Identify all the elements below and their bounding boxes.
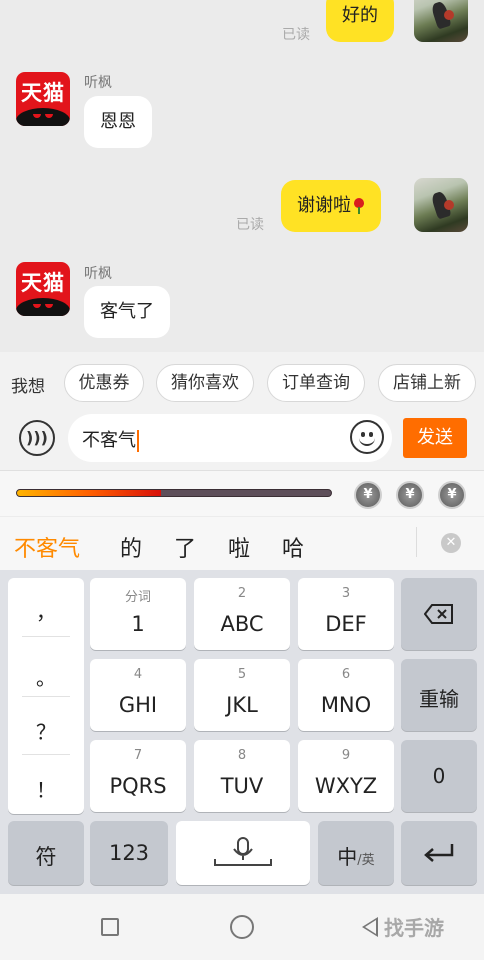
key-sub: 8 [237, 748, 247, 763]
key-main: 123 [108, 841, 150, 865]
key-sub: 7 [133, 748, 143, 763]
keyboard-toolbar: ¥ ¥ ¥ [0, 470, 484, 516]
message-input[interactable]: 不客气 [68, 414, 392, 462]
key-sub: 6 [341, 667, 351, 682]
key-sub: 5 [237, 667, 247, 682]
key-sub: 9 [341, 748, 351, 763]
rose-icon [353, 198, 365, 214]
emoji-icon[interactable] [350, 420, 384, 454]
key-main: PQRS [109, 774, 167, 798]
key-3[interactable]: 3 DEF [298, 578, 394, 650]
message-bubble-self[interactable]: 好的 [326, 0, 394, 42]
coin-icon[interactable]: ¥ [396, 481, 424, 509]
quick-reply-label: 我想 [11, 377, 45, 397]
key-comma[interactable]: ， [8, 596, 84, 625]
key-main: 重输 [419, 687, 459, 711]
text-cursor [137, 430, 139, 452]
key-6[interactable]: 6 MNO [298, 659, 394, 731]
keyboard: ， 。 ？ ！ 分词 1 2 ABC 3 DEF 4 GHI 5 JKL 6 MNO 重输 … [0, 570, 484, 894]
chip-new-arrivals[interactable]: 店铺上新 [378, 364, 476, 402]
read-receipt: 已读 [282, 27, 310, 43]
key-main: 0 [432, 764, 446, 788]
key-2[interactable]: 2 ABC [194, 578, 290, 650]
backspace-icon [424, 604, 453, 624]
avatar-label: 天猫 [21, 271, 65, 295]
key-main: DEF [325, 612, 367, 636]
key-main: JKL [226, 693, 258, 717]
coin-icon[interactable]: ¥ [354, 481, 382, 509]
candidate-word[interactable]: 哈 [282, 531, 304, 563]
key-main: TUV [220, 774, 264, 798]
recent-apps-icon[interactable] [101, 918, 119, 936]
progress-fill [17, 490, 162, 496]
key-question[interactable]: ？ [8, 716, 84, 745]
key-main: GHI [118, 693, 158, 717]
key-sub: 分词 [124, 590, 151, 605]
watermark: 找手游 [384, 916, 444, 940]
number-key[interactable]: 123 [90, 821, 168, 885]
chip-recommend[interactable]: 猜你喜欢 [156, 364, 254, 402]
input-bar: ))) 不客气 发送 [0, 414, 484, 470]
divider [416, 527, 417, 557]
key-main: MNO [320, 693, 372, 717]
home-icon[interactable] [230, 915, 254, 939]
quick-reply-bar: 我想 优惠券 猜你喜欢 订单查询 店铺上新 [0, 352, 484, 414]
key-4[interactable]: 4 GHI [90, 659, 186, 731]
message-bubble-other[interactable]: 客气了 [84, 286, 170, 338]
backspace-key[interactable] [401, 578, 477, 650]
message-text: 谢谢啦 [297, 195, 351, 216]
reinput-key[interactable]: 重输 [401, 659, 477, 731]
key-period[interactable]: 。 [8, 662, 84, 691]
key-main: 1 [131, 612, 145, 636]
chip-order-query[interactable]: 订单查询 [267, 364, 365, 402]
sender-name: 听枫 [84, 75, 112, 91]
user-avatar[interactable] [414, 0, 468, 42]
key-sub: 2 [237, 586, 247, 601]
voice-icon[interactable]: ))) [19, 420, 55, 456]
message-bubble-self[interactable]: 谢谢啦 [281, 180, 381, 232]
microphone-icon [214, 837, 272, 866]
coin-icon[interactable]: ¥ [438, 481, 466, 509]
key-1[interactable]: 分词 1 [90, 578, 186, 650]
key-9[interactable]: 9 WXYZ [298, 740, 394, 812]
sender-name: 听枫 [84, 266, 112, 282]
key-8[interactable]: 8 TUV [194, 740, 290, 812]
enter-key[interactable] [401, 821, 477, 885]
candidate-word[interactable]: 不客气 [14, 531, 80, 563]
system-nav-bar: 找手游 [0, 894, 484, 960]
key-sub: 4 [133, 667, 143, 682]
enter-icon [424, 844, 454, 862]
user-avatar[interactable] [414, 178, 468, 232]
key-5[interactable]: 5 JKL [194, 659, 290, 731]
key-7[interactable]: 7 PQRS [90, 740, 186, 812]
shop-avatar[interactable]: 天猫 [16, 262, 70, 316]
message-bubble-other[interactable]: 恩恩 [84, 96, 152, 148]
key-sub: /英 [357, 853, 375, 868]
language-key[interactable]: 中/英 [318, 821, 394, 885]
key-main: ABC [220, 612, 264, 636]
space-key[interactable] [176, 821, 310, 885]
candidate-word[interactable]: 了 [174, 531, 196, 563]
candidate-bar: 不客气 的 了 啦 哈 ✕ [0, 516, 484, 570]
read-receipt: 已读 [236, 217, 264, 233]
candidate-word[interactable]: 的 [120, 531, 142, 563]
key-0[interactable]: 0 [401, 740, 477, 812]
key-main: WXYZ [314, 774, 378, 798]
key-main: 符 [35, 845, 57, 869]
message-input-text: 不客气 [82, 430, 136, 451]
progress-bar [16, 489, 332, 497]
key-exclaim[interactable]: ！ [8, 774, 84, 803]
candidate-word[interactable]: 啦 [228, 531, 250, 563]
close-icon[interactable]: ✕ [441, 533, 461, 553]
back-icon[interactable] [362, 917, 378, 937]
avatar-label: 天猫 [21, 81, 65, 105]
symbol-key[interactable]: 符 [8, 821, 84, 885]
shop-avatar[interactable]: 天猫 [16, 72, 70, 126]
punctuation-column: ， 。 ？ ！ [8, 578, 84, 814]
chip-coupon[interactable]: 优惠券 [64, 364, 144, 402]
key-sub: 3 [341, 586, 351, 601]
chat-area: 已读 好的 天猫 听枫 恩恩 已读 谢谢啦 天猫 听枫 客气了 [0, 0, 484, 352]
send-button[interactable]: 发送 [403, 418, 467, 458]
key-main: 中 [337, 845, 358, 869]
